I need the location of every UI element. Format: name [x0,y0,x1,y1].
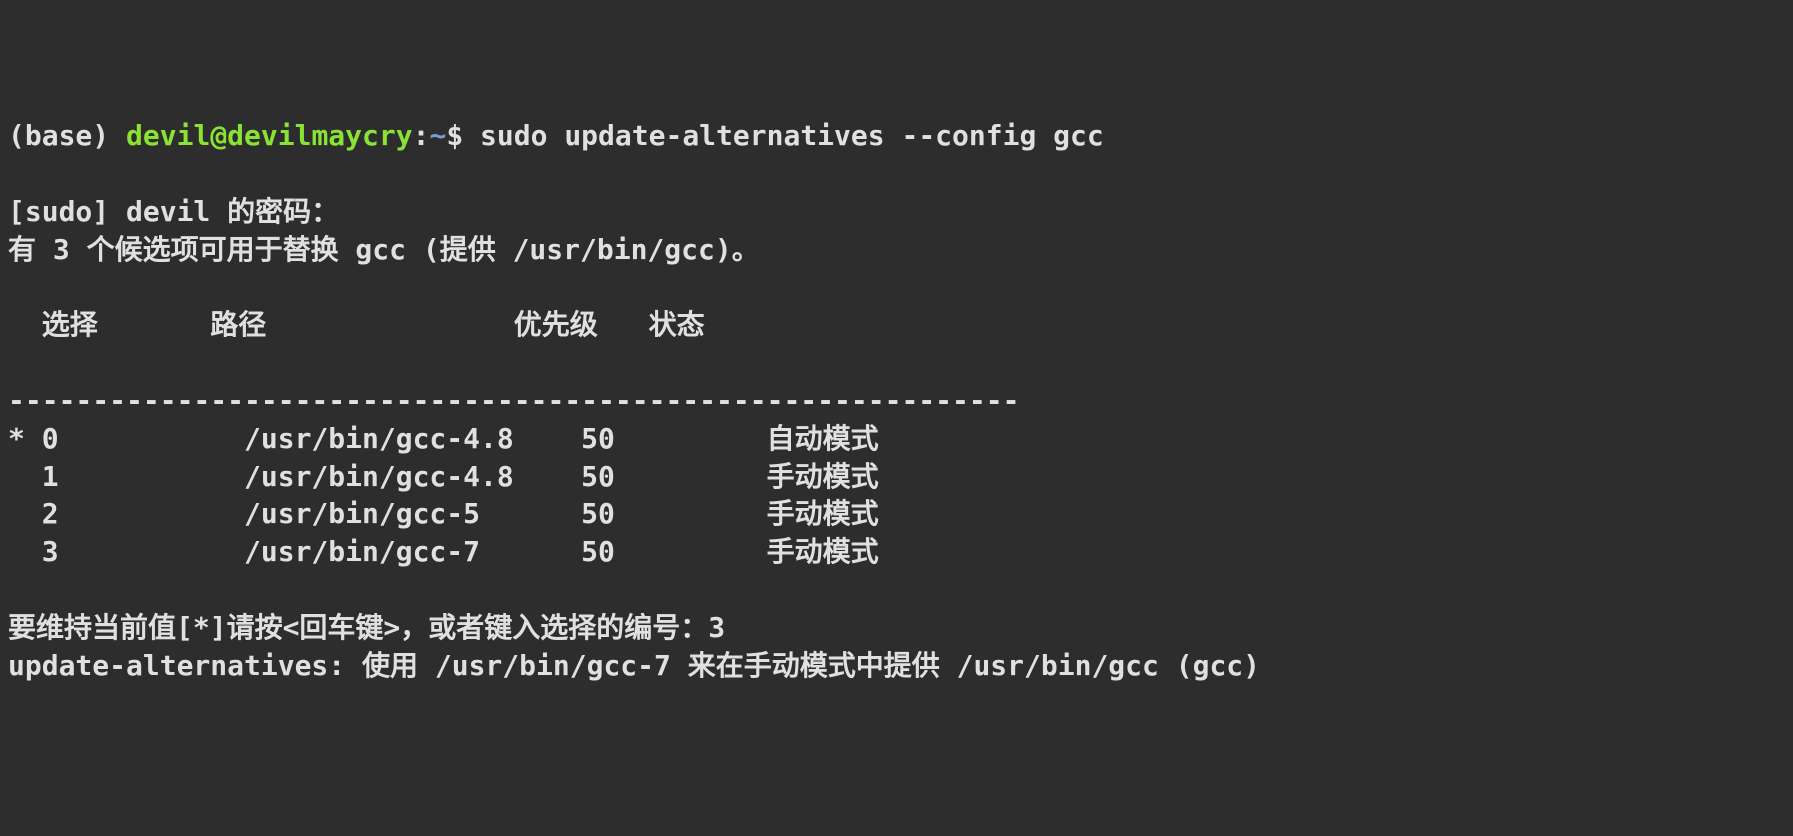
blank-line [8,271,25,304]
table-header: 选择路径优先级状态 [8,306,1785,344]
row-mark: * [8,422,25,455]
input-prompt-line[interactable]: 要维持当前值[*]请按<回车键>，或者键入选择的编号：3 [8,611,725,644]
row-num: 1 [42,458,244,496]
row-priority: 50 [581,420,766,458]
row-mark [8,535,25,568]
row-path: /usr/bin/gcc-5 [244,495,581,533]
user-input[interactable]: 3 [708,611,725,644]
user-host: devil@devilmaycry [126,119,413,152]
colon: : [413,119,430,152]
cwd-path: ~ [429,119,446,152]
row-mark [8,497,25,530]
header-status: 状态 [649,308,705,341]
blank-line [8,573,25,606]
sudo-password-prompt[interactable]: [sudo] devil 的密码： [8,195,339,228]
row-mark [8,460,25,493]
env-prefix: (base) [8,119,126,152]
table-row: 3/usr/bin/gcc-750手动模式 [8,535,879,568]
command-text: sudo update-alternatives --config gcc [480,119,1104,152]
row-priority: 50 [581,458,766,496]
row-num: 3 [42,533,244,571]
row-path: /usr/bin/gcc-7 [244,533,581,571]
input-prompt-text: 要维持当前值[*]请按<回车键>，或者键入选择的编号： [8,611,708,644]
row-status: 手动模式 [767,535,879,568]
row-num: 2 [42,495,244,533]
table-row: * 0/usr/bin/gcc-4.850自动模式 [8,422,879,455]
prompt-line[interactable]: (base) devil@devilmaycry:~$ sudo update-… [8,117,1785,155]
result-line: update-alternatives: 使用 /usr/bin/gcc-7 来… [8,649,1260,682]
row-path: /usr/bin/gcc-4.8 [244,458,581,496]
header-selection: 选择 [8,306,210,344]
header-path: 路径 [210,306,513,344]
row-status: 自动模式 [767,422,879,455]
row-status: 手动模式 [767,460,879,493]
row-priority: 50 [581,533,766,571]
row-path: /usr/bin/gcc-4.8 [244,420,581,458]
separator-line: ----------------------------------------… [8,384,1019,417]
header-priority: 优先级 [514,306,649,344]
row-priority: 50 [581,495,766,533]
row-num: 0 [42,420,244,458]
dollar: $ [446,119,480,152]
row-status: 手动模式 [767,497,879,530]
summary-line: 有 3 个候选项可用于替换 gcc (提供 /usr/bin/gcc)。 [8,233,760,266]
table-row: 1/usr/bin/gcc-4.850手动模式 [8,460,879,493]
table-row: 2/usr/bin/gcc-550手动模式 [8,497,879,530]
